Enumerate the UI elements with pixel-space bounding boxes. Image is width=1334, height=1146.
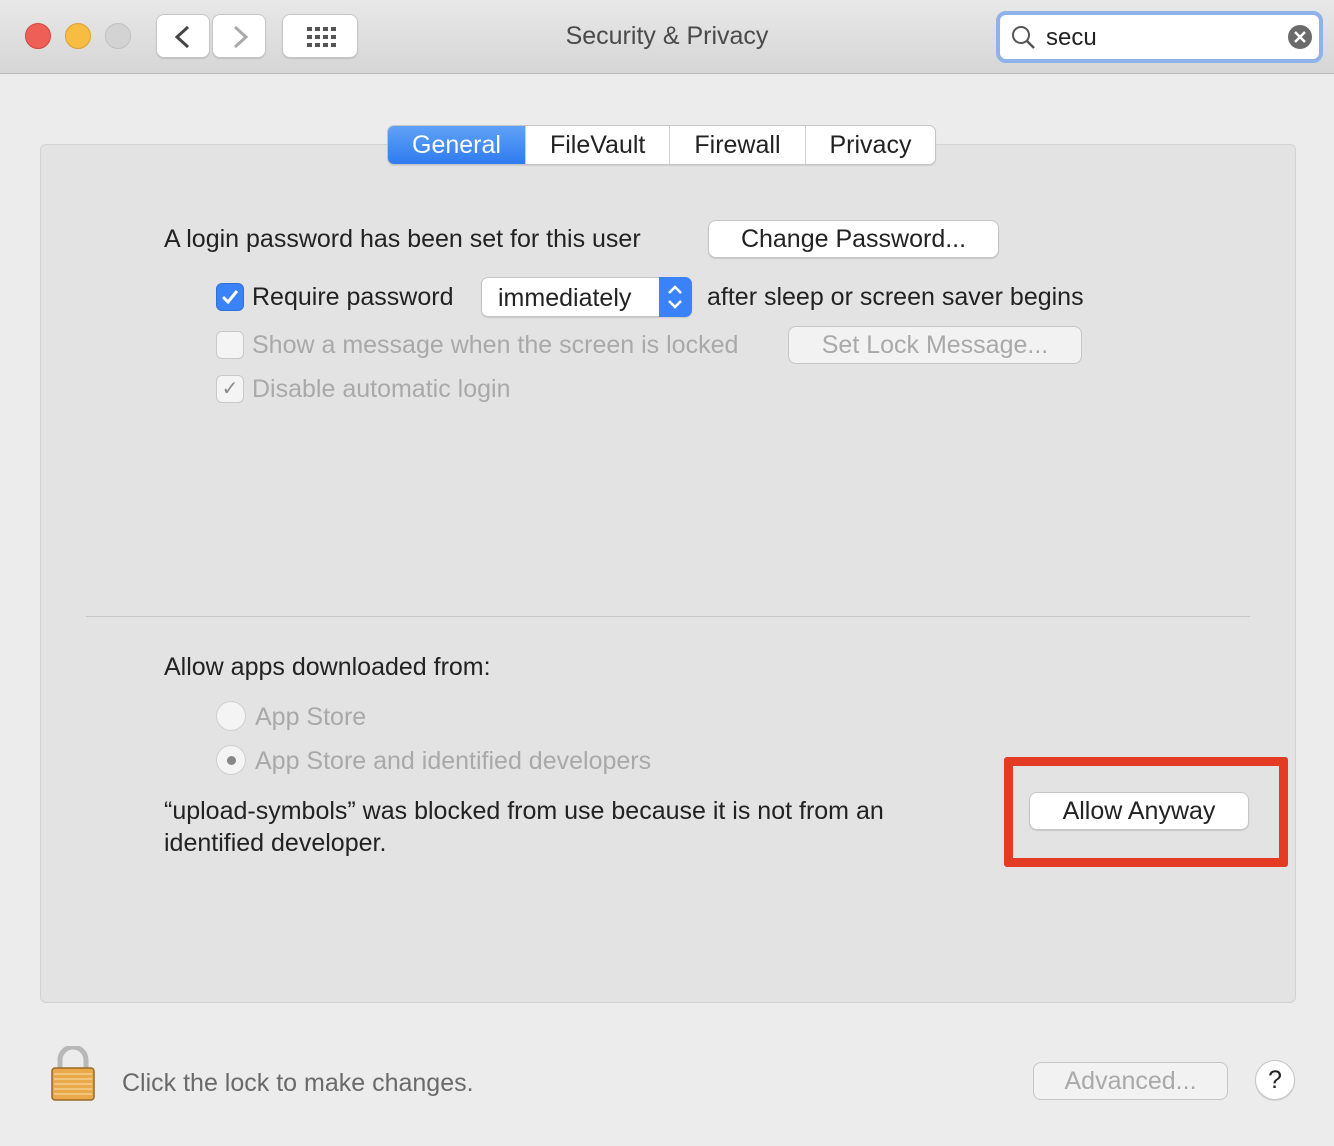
blocked-message-line1: “upload-symbols” was blocked from use be… <box>164 797 884 825</box>
show-message-label: Show a message when the screen is locked <box>252 331 739 359</box>
disable-autologin-label: Disable automatic login <box>252 375 511 403</box>
tab-privacy[interactable]: Privacy <box>804 126 936 164</box>
allow-anyway-button[interactable]: Allow Anyway <box>1029 792 1249 830</box>
tab-filevault[interactable]: FileVault <box>524 126 669 164</box>
search-field[interactable]: secu <box>996 11 1323 63</box>
help-button[interactable]: ? <box>1255 1060 1295 1100</box>
radio-identified-developers[interactable] <box>216 745 246 775</box>
tab-panel <box>40 144 1296 1003</box>
stepper-chevrons-icon <box>659 277 692 317</box>
search-input[interactable]: secu <box>1046 24 1097 52</box>
set-lock-message-button[interactable]: Set Lock Message... <box>788 326 1082 364</box>
change-password-button[interactable]: Change Password... <box>708 220 999 258</box>
checkmark-icon <box>221 290 239 305</box>
radio-app-store[interactable] <box>216 701 246 731</box>
blocked-message-line2: identified developer. <box>164 829 387 857</box>
show-message-checkbox[interactable] <box>216 331 244 359</box>
require-password-select[interactable]: immediately <box>481 277 692 317</box>
radio-identified-developers-label: App Store and identified developers <box>255 747 652 775</box>
select-value: immediately <box>498 284 632 312</box>
require-password-label: Require password <box>252 283 454 311</box>
login-password-text: A login password has been set for this u… <box>164 225 641 253</box>
tab-general[interactable]: General <box>388 126 525 164</box>
divider <box>86 616 1250 617</box>
require-password-checkbox[interactable] <box>216 283 244 311</box>
tab-firewall[interactable]: Firewall <box>669 126 804 164</box>
lock-icon[interactable] <box>50 1044 96 1102</box>
after-sleep-text: after sleep or screen saver begins <box>707 283 1084 311</box>
advanced-button[interactable]: Advanced... <box>1033 1062 1228 1100</box>
tab-bar: General FileVault Firewall Privacy <box>387 125 937 165</box>
disable-autologin-checkbox[interactable]: ✓ <box>216 375 244 403</box>
clear-search-icon[interactable] <box>1287 24 1315 52</box>
lock-message: Click the lock to make changes. <box>122 1069 474 1097</box>
search-icon <box>1012 26 1035 49</box>
allow-apps-label: Allow apps downloaded from: <box>164 653 491 681</box>
radio-app-store-label: App Store <box>255 703 367 731</box>
